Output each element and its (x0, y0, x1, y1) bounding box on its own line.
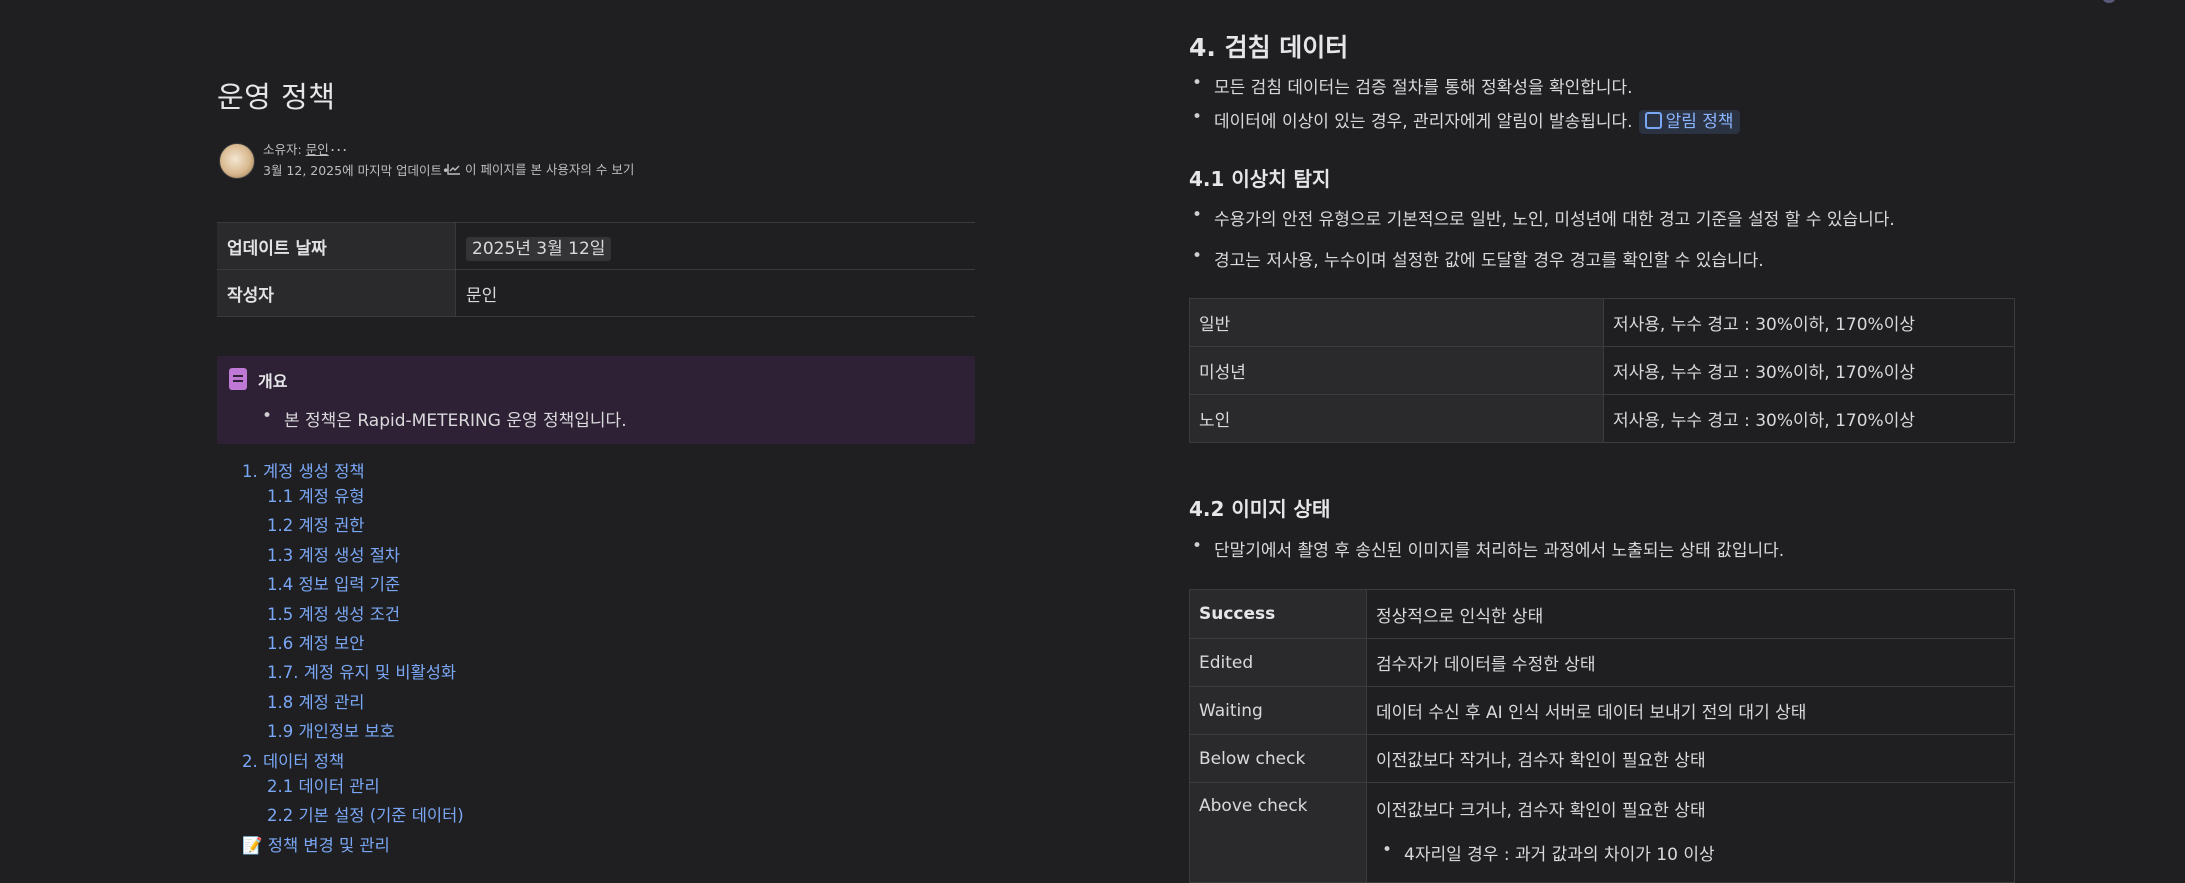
table-cell: Below check (1189, 734, 1367, 783)
toc-item[interactable]: 2.1 데이터 관리 (267, 773, 380, 797)
table-row: 업데이트 날짜 2025년 3월 12일 (217, 222, 975, 270)
toc-item[interactable]: 1. 계정 생성 정책 (242, 458, 365, 482)
table-cell: 저사용, 누수 경고 : 30%이하, 170%이상 (1603, 394, 2015, 443)
list-item-text: 데이터에 이상이 있는 경우, 관리자에게 알림이 발송됩니다. (1214, 112, 1633, 132)
property-value[interactable]: 2025년 3월 12일 (455, 222, 975, 270)
list-item: 데이터에 이상이 있는 경우, 관리자에게 알림이 발송됩니다. 알림 정책 (1192, 107, 1740, 134)
threshold-table: 일반 저사용, 누수 경고 : 30%이하, 170%이상 미성년 저사용, 누… (1189, 298, 2015, 443)
list-item: 수용가의 안전 유형으로 기본적으로 일반, 노인, 미성년에 대한 경고 기준… (1192, 205, 1895, 230)
table-cell: 일반 (1189, 298, 1604, 347)
page-title: 운영 정책 (217, 80, 336, 114)
list-item: 단말기에서 촬영 후 송신된 이미지를 처리하는 과정에서 노출되는 상태 값입… (1192, 536, 1784, 561)
table-row: Success 정상적으로 인식한 상태 (1189, 589, 2015, 639)
table-cell: 저사용, 누수 경고 : 30%이하, 170%이상 (1603, 346, 2015, 395)
table-cell: 데이터 수신 후 AI 인식 서버로 데이터 보내기 전의 대기 상태 (1366, 686, 2015, 735)
toc-item[interactable]: 2.2 기본 설정 (기준 데이터) (267, 802, 464, 826)
table-cell: 저사용, 누수 경고 : 30%이하, 170%이상 (1603, 298, 2015, 347)
table-row: 미성년 저사용, 누수 경고 : 30%이하, 170%이상 (1189, 346, 2015, 395)
alert-policy-label: 알림 정책 (1665, 112, 1734, 132)
owner-name-link[interactable]: 문인 (306, 142, 329, 157)
toc-item[interactable]: 1.5 계정 생성 조건 (267, 601, 400, 625)
table-cell: 미성년 (1189, 346, 1604, 395)
note-icon (229, 368, 247, 390)
toc-item[interactable]: 2. 데이터 정책 (242, 748, 344, 772)
date-chip[interactable]: 2025년 3월 12일 (466, 236, 612, 261)
summary-title: 개요 (258, 372, 288, 391)
summary-bullet: 본 정책은 Rapid-METERING 운영 정책입니다. (262, 406, 627, 431)
owner-prefix: 소유자: (263, 142, 306, 157)
table-row: 일반 저사용, 누수 경고 : 30%이하, 170%이상 (1189, 298, 2015, 347)
avatar-icon[interactable] (2103, 0, 2115, 3)
properties-table: 업데이트 날짜 2025년 3월 12일 작성자 문인 (217, 222, 975, 317)
table-row: Below check 이전값보다 작거나, 검수자 확인이 필요한 상태 (1189, 734, 2015, 783)
table-cell: Success (1189, 589, 1367, 639)
list-item: 4자리일 경우 : 과거 값과의 차이가 10 이상 (1382, 840, 2005, 865)
toc-item[interactable]: 1.3 계정 생성 절차 (267, 542, 400, 566)
toc-item[interactable]: 📝 정책 변경 및 관리 (242, 832, 390, 856)
page-analytics-link[interactable]: 이 페이지를 본 사용자의 수 보기 (447, 159, 634, 178)
table-cell: 정상적으로 인식한 상태 (1366, 589, 2015, 639)
more-options-icon[interactable]: ... (330, 136, 348, 155)
list-item: 경고는 저사용, 누수이며 설정한 값에 도달할 경우 경고를 확인할 수 있습… (1192, 246, 1764, 271)
table-cell: 이전값보다 작거나, 검수자 확인이 필요한 상태 (1366, 734, 2015, 783)
table-row: 작성자 문인 (217, 269, 975, 317)
page-link-icon (1644, 112, 1662, 129)
owner-line: 소유자: 문인 (263, 139, 329, 158)
table-cell: Above check (1189, 782, 1367, 883)
table-row: Waiting 데이터 수신 후 AI 인식 서버로 데이터 보내기 전의 대기… (1189, 686, 2015, 735)
toc-item[interactable]: 1.9 개인정보 보호 (267, 718, 395, 742)
section-heading: 4.1 이상치 탐지 (1189, 167, 1331, 191)
cell-text: 이전값보다 크거나, 검수자 확인이 필요한 상태 (1376, 801, 1706, 821)
analytics-icon (447, 163, 460, 175)
table-row: Edited 검수자가 데이터를 수정한 상태 (1189, 638, 2015, 687)
table-cell: Edited (1189, 638, 1367, 687)
table-row: 노인 저사용, 누수 경고 : 30%이하, 170%이상 (1189, 394, 2015, 443)
last-updated: 3월 12, 2025에 마지막 업데이트• (263, 163, 450, 178)
toc-item[interactable]: 1.2 계정 권한 (267, 512, 364, 536)
table-cell: 이전값보다 크거나, 검수자 확인이 필요한 상태 4자리일 경우 : 과거 값… (1366, 782, 2015, 883)
toc-item[interactable]: 1.4 정보 입력 기준 (267, 571, 400, 595)
image-status-table: Success 정상적으로 인식한 상태 Edited 검수자가 데이터를 수정… (1189, 589, 2015, 883)
alert-policy-link[interactable]: 알림 정책 (1638, 110, 1740, 134)
list-item: 모든 검침 데이터는 검증 절차를 통해 정확성을 확인합니다. (1192, 73, 1633, 98)
table-cell: 검수자가 데이터를 수정한 상태 (1366, 638, 2015, 687)
toc-item[interactable]: 1.6 계정 보안 (267, 630, 364, 654)
toc-item[interactable]: 1.1 계정 유형 (267, 483, 364, 507)
section-heading: 4.2 이미지 상태 (1189, 497, 1331, 521)
table-row: Above check 이전값보다 크거나, 검수자 확인이 필요한 상태 4자… (1189, 782, 2015, 883)
toc-item[interactable]: 1.7. 계정 유지 및 비활성화 (267, 659, 456, 683)
table-cell: 노인 (1189, 394, 1604, 443)
property-key: 작성자 (217, 269, 456, 317)
analytics-label: 이 페이지를 본 사용자의 수 보기 (465, 162, 635, 177)
table-cell: Waiting (1189, 686, 1367, 735)
toc-item[interactable]: 1.8 계정 관리 (267, 689, 364, 713)
property-key: 업데이트 날짜 (217, 222, 456, 270)
property-value[interactable]: 문인 (455, 269, 975, 317)
section-heading: 4. 검침 데이터 (1189, 33, 1349, 62)
avatar[interactable] (219, 143, 255, 179)
